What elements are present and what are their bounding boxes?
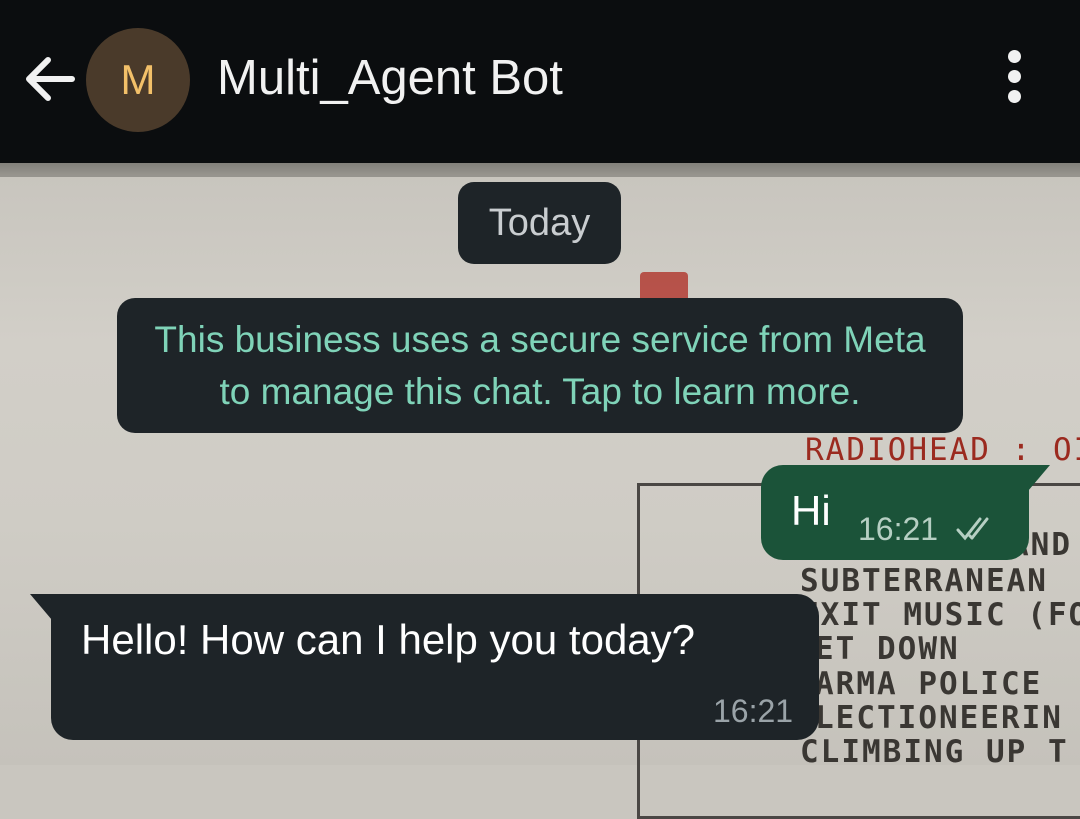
message-text: Hello! How can I help you today? — [81, 616, 696, 663]
incoming-bubble-tail — [30, 594, 52, 620]
wallpaper-track: LECTIONEERIN — [815, 700, 1063, 736]
outgoing-message[interactable]: Hi 16:21 — [761, 465, 1029, 560]
wallpaper-edge — [0, 163, 1080, 177]
business-info-notice[interactable]: This business uses a secure service from… — [117, 298, 963, 433]
double-check-icon — [956, 517, 989, 541]
chat-header: M Multi_Agent Bot — [0, 0, 1080, 163]
message-time: 16:21 — [713, 693, 794, 729]
chat-title[interactable]: Multi_Agent Bot — [217, 50, 563, 106]
date-chip: Today — [458, 182, 621, 264]
wallpaper-tracklist-head: RADIOHEAD : OI — [805, 432, 1080, 468]
message-time: 16:21 — [858, 511, 939, 547]
wallpaper-track: SUBTERRANEAN — [800, 563, 1048, 599]
wallpaper-track: ET DOWN — [815, 631, 960, 667]
message-text: Hi — [791, 487, 831, 534]
more-vertical-icon[interactable] — [995, 50, 1033, 110]
wallpaper-track: EXIT MUSIC (FO — [800, 597, 1080, 633]
arrow-left-icon[interactable] — [22, 48, 78, 110]
outgoing-bubble-tail — [1028, 465, 1050, 491]
wallpaper-track: ARMA POLICE — [815, 666, 1043, 702]
avatar[interactable]: M — [86, 28, 190, 132]
incoming-message[interactable]: Hello! How can I help you today? 16:21 — [51, 594, 819, 740]
